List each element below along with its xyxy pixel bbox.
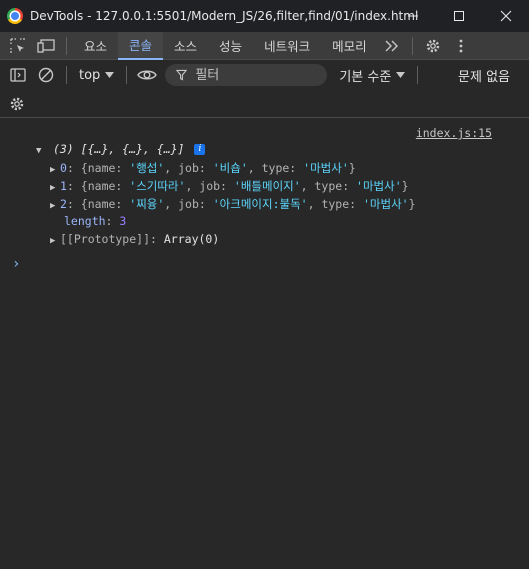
item-job: '배틀메이지' (233, 179, 301, 193)
array-item-row[interactable]: ▶ 2: {name: '찌융', job: '아크메이지:불독', type: … (50, 196, 416, 212)
minimize-button[interactable] (390, 0, 436, 32)
toolbar-divider (126, 66, 128, 84)
settings-button[interactable] (419, 32, 447, 60)
item-type: '마법사' (303, 161, 349, 175)
filter-input[interactable] (193, 66, 328, 84)
item-index: 2 (60, 197, 67, 211)
context-selector[interactable]: top (73, 68, 120, 83)
prototype-row[interactable]: ▶ [[Prototype]]: Array(0) (50, 232, 219, 246)
tab-console[interactable]: 콘솔 (118, 31, 164, 60)
log-levels-dropdown[interactable]: 기본 수준 (339, 66, 406, 85)
filter-icon (176, 69, 188, 81)
item-job: '아크메이지:불독' (212, 197, 308, 211)
title-bar: DevTools - 127.0.0.1:5501/Modern_JS/26,f… (0, 0, 529, 32)
caret-down-icon (396, 72, 406, 78)
console-prompt-icon[interactable]: › (12, 256, 20, 272)
window-title: DevTools - 127.0.0.1:5501/Modern_JS/26,f… (30, 9, 419, 23)
toolbar-divider (417, 66, 419, 84)
info-icon[interactable]: i (194, 144, 206, 155)
prototype-key: [[Prototype]] (60, 232, 151, 246)
source-link[interactable]: index.js:15 (416, 126, 492, 140)
caret-down-icon (105, 72, 115, 78)
tab-memory[interactable]: 메모리 (321, 32, 378, 60)
device-toolbar-button[interactable] (32, 32, 60, 60)
vertical-dots-icon (459, 39, 462, 52)
item-index: 0 (60, 161, 67, 175)
inspect-element-button[interactable] (4, 32, 32, 60)
toolbar-divider (66, 66, 67, 84)
maximize-button[interactable] (436, 0, 482, 32)
expanded-triangle-icon: ▼ (36, 146, 42, 156)
array-item-row[interactable]: ▶ 0: {name: '행섭', job: '비숍', type: '마법사'} (50, 160, 356, 176)
gear-icon (426, 39, 439, 52)
live-expression-button[interactable] (133, 61, 161, 89)
item-type: '마법사' (356, 179, 402, 193)
item-job: '비숍' (212, 161, 248, 175)
issues-status[interactable]: 문제 없음 (458, 66, 510, 85)
array-summary: (3) [{…}, {…}, {…}] (52, 142, 185, 156)
length-value: 3 (119, 214, 127, 228)
console-toolbar: top 기본 수준 문제 없음 (0, 60, 529, 90)
item-type: '마법사' (362, 197, 409, 211)
show-sidebar-button[interactable] (4, 61, 32, 89)
inspect-icon (10, 37, 25, 53)
block-icon (38, 67, 54, 83)
console-settings-button[interactable] (3, 90, 31, 118)
prototype-value: Array(0) (163, 232, 220, 246)
devtools-tab-bar: 요소 콘솔 소스 성능 네트워크 메모리 (0, 31, 529, 60)
collapsed-triangle-icon: ▶ (50, 183, 56, 193)
tab-network[interactable]: 네트워크 (253, 32, 321, 60)
filter-input-box[interactable] (165, 64, 328, 86)
more-options-button[interactable] (447, 32, 475, 60)
collapsed-triangle-icon: ▶ (50, 165, 56, 175)
array-item-row[interactable]: ▶ 1: {name: '스기따라', job: '배틀메이지', type: '… (50, 178, 409, 194)
tab-sources[interactable]: 소스 (163, 32, 208, 60)
chevron-double-right-icon (385, 40, 398, 51)
log-levels-label: 기본 수준 (339, 69, 392, 85)
eye-icon (137, 70, 158, 80)
console-settings-row (0, 90, 529, 118)
collapsed-triangle-icon: ▶ (50, 236, 56, 246)
console-output: index.js:15 ▼ (3) [{…}, {…}, {…}] i ▶ 0: … (0, 118, 529, 569)
chrome-logo-icon (7, 8, 23, 24)
close-window-button[interactable] (483, 0, 529, 32)
length-row: length: 3 (64, 214, 127, 228)
context-value: top (79, 67, 101, 83)
minimize-icon (408, 15, 418, 17)
toolbar-divider (66, 36, 67, 55)
collapsed-triangle-icon: ▶ (50, 201, 56, 211)
maximize-icon (454, 11, 464, 21)
item-name: '행섭' (129, 161, 165, 175)
tab-performance[interactable]: 성능 (208, 32, 253, 60)
close-icon (500, 10, 512, 22)
device-icon (37, 38, 55, 53)
clear-console-button[interactable] (32, 61, 60, 89)
item-name: '스기따라' (129, 179, 186, 193)
item-index: 1 (60, 179, 67, 193)
toolbar-divider (411, 36, 413, 55)
more-tabs-button[interactable] (378, 32, 406, 60)
length-key: length (64, 214, 106, 228)
tab-elements[interactable]: 요소 (73, 32, 118, 60)
sidebar-icon (10, 68, 26, 82)
array-summary-row[interactable]: ▼ (3) [{…}, {…}, {…}] i (36, 142, 206, 156)
gear-icon (10, 97, 24, 111)
item-name: '찌융' (129, 197, 165, 211)
